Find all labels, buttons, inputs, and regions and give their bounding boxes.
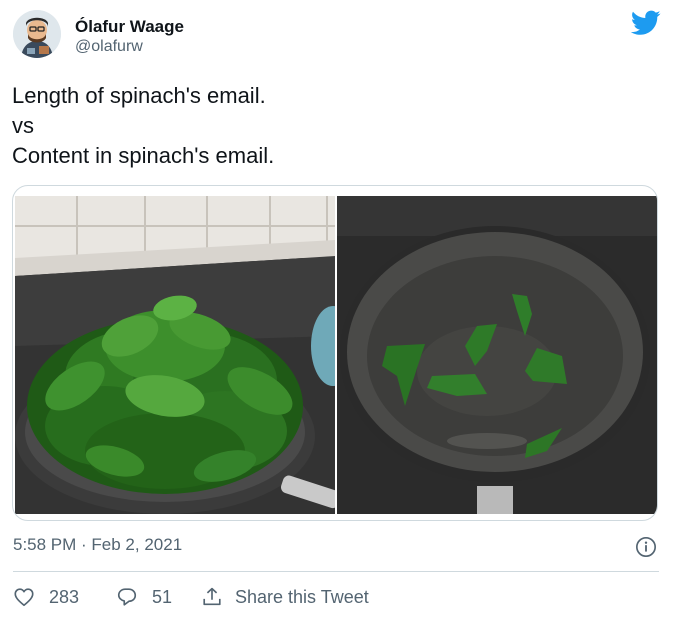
- photo-spinach-pile[interactable]: [15, 196, 335, 514]
- few-leaves-image: [337, 196, 657, 514]
- tweet-line-1: Length of spinach's email.: [12, 83, 266, 108]
- spinach-pile-image: [15, 196, 335, 514]
- author-block[interactable]: Ólafur Waage @olafurw: [75, 17, 184, 57]
- display-name[interactable]: Ólafur Waage: [75, 17, 184, 37]
- reply-count: 51: [152, 586, 173, 607]
- heart-icon: [14, 588, 34, 607]
- user-handle[interactable]: @olafurw: [75, 37, 184, 57]
- like-count: 283: [49, 586, 80, 607]
- tweet-actions: 283 51 Share this Tweet: [13, 584, 659, 610]
- share-icon: [203, 587, 221, 606]
- divider: [13, 571, 659, 572]
- share-label: Share this Tweet: [235, 586, 369, 607]
- media-grid[interactable]: [12, 185, 658, 521]
- share-button[interactable]: Share this Tweet: [201, 584, 369, 610]
- avatar[interactable]: [13, 10, 61, 58]
- photo-few-leaves[interactable]: [337, 196, 657, 514]
- tweet-line-2: vs: [12, 113, 34, 138]
- tweet-timestamp[interactable]: 5:58 PM · Feb 2, 2021: [13, 535, 182, 555]
- avatar-illustration: [13, 10, 61, 58]
- reply-button[interactable]: 51: [116, 584, 172, 610]
- twitter-bird-icon[interactable]: [631, 10, 661, 36]
- tweet-line-3: Content in spinach's email.: [12, 143, 275, 168]
- tweet-header: Ólafur Waage @olafurw: [13, 10, 661, 60]
- info-icon[interactable]: [635, 536, 657, 558]
- like-button[interactable]: 283: [13, 584, 79, 610]
- reply-bubble-icon: [117, 588, 137, 606]
- tweet-text: Length of spinach's email. vs Content in…: [12, 81, 274, 171]
